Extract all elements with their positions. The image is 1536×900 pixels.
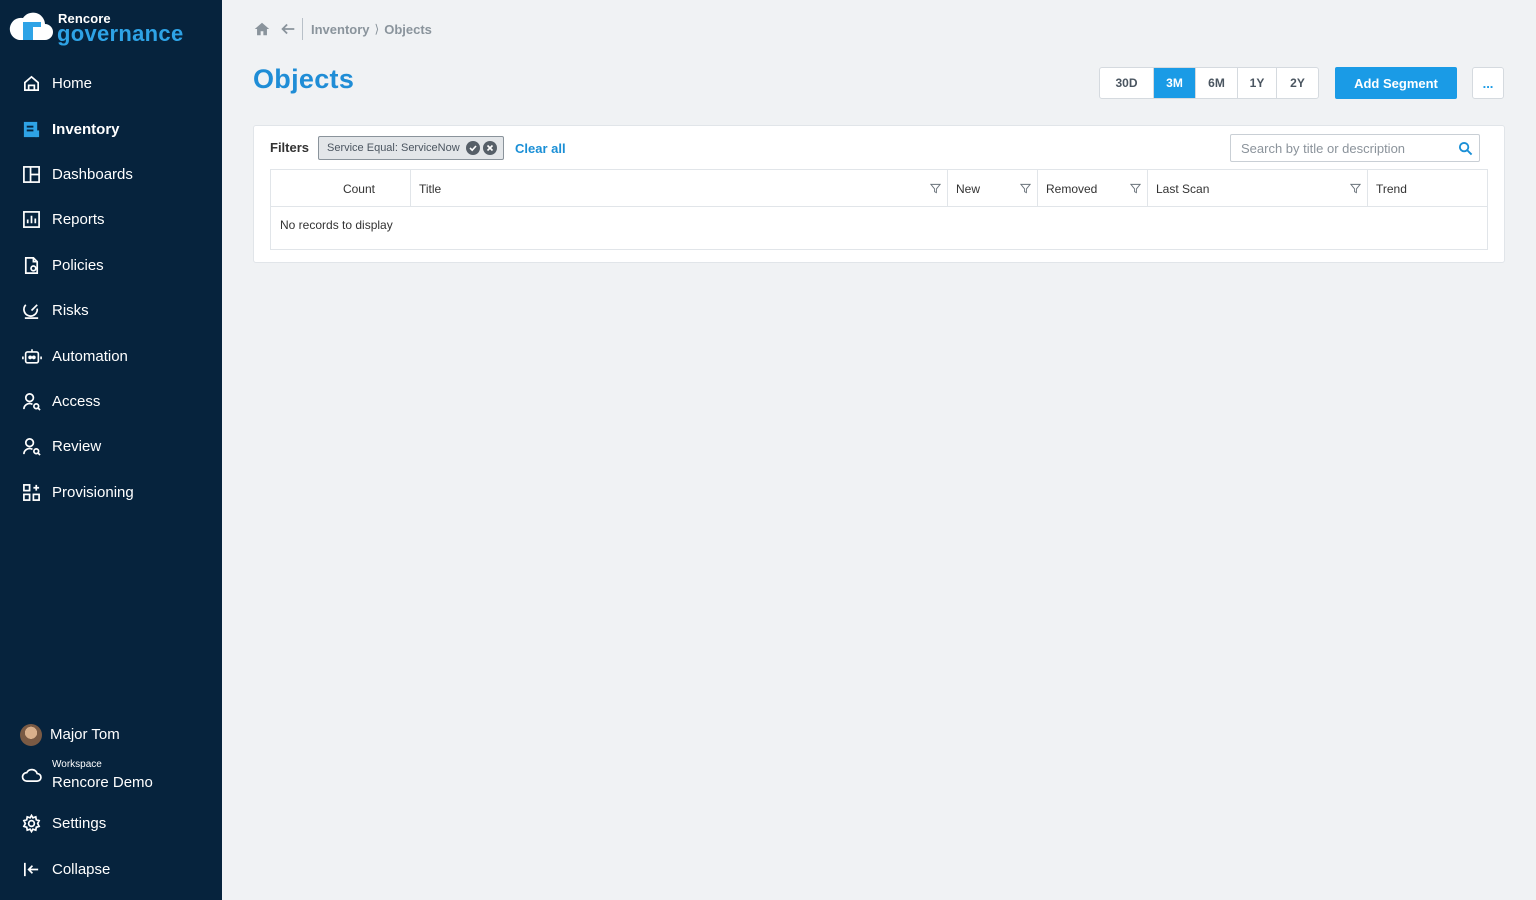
- check-icon[interactable]: [465, 141, 480, 155]
- empty-state-message: No records to display: [280, 218, 393, 232]
- column-header-title[interactable]: Title: [411, 170, 948, 207]
- breadcrumb-divider: [302, 18, 303, 40]
- sidebar-item-label: Risks: [52, 301, 89, 319]
- user-profile[interactable]: Major Tom: [0, 719, 222, 751]
- close-icon[interactable]: [482, 141, 497, 155]
- reports-icon: [21, 209, 42, 230]
- robot-icon: [21, 346, 42, 367]
- clear-all-link[interactable]: Clear all: [515, 141, 566, 156]
- risks-icon: [21, 300, 42, 321]
- add-segment-button[interactable]: Add Segment: [1335, 67, 1457, 99]
- column-header-new[interactable]: New: [948, 170, 1038, 207]
- breadcrumb-current: Objects: [384, 21, 432, 37]
- grid-header: Count Title New Removed Last Scan Trend: [271, 170, 1487, 207]
- sidebar: Rencore governance Home Inventory Dashbo…: [0, 0, 222, 900]
- sidebar-item-home[interactable]: Home: [0, 63, 222, 103]
- dashboard-icon: [21, 164, 42, 185]
- column-label: Count: [342, 181, 375, 196]
- sidebar-item-label: Automation: [52, 347, 128, 365]
- range-2y-button[interactable]: 2Y: [1277, 68, 1318, 98]
- column-label: Title: [419, 181, 442, 196]
- sidebar-item-label: Home: [52, 74, 93, 92]
- home-icon[interactable]: [253, 20, 271, 38]
- sidebar-item-label: Provisioning: [52, 483, 134, 501]
- sidebar-item-access[interactable]: Access: [0, 381, 222, 421]
- sidebar-item-risks[interactable]: Risks: [0, 290, 222, 330]
- sidebar-item-reports[interactable]: Reports: [0, 199, 222, 239]
- page-title: Objects: [253, 64, 355, 94]
- breadcrumb-inventory-link[interactable]: Inventory: [311, 22, 370, 37]
- sidebar-item-label: Review: [52, 437, 102, 455]
- range-30d-button[interactable]: 30D: [1100, 68, 1154, 98]
- breadcrumb: Inventory ⟩ Objects: [253, 18, 432, 40]
- filter-chip[interactable]: Service Equal: ServiceNow: [318, 136, 504, 160]
- user-review-icon: [21, 436, 42, 457]
- home-icon: [21, 73, 42, 94]
- objects-grid: Count Title New Removed Last Scan Trend: [270, 169, 1488, 250]
- sidebar-item-label: Reports: [52, 210, 105, 228]
- column-label: Trend: [1376, 181, 1407, 196]
- sidebar-item-label: Access: [52, 392, 101, 410]
- sidebar-item-provisioning[interactable]: Provisioning: [0, 472, 222, 512]
- search-icon[interactable]: [1458, 141, 1473, 156]
- back-arrow-icon[interactable]: [279, 20, 297, 38]
- policies-icon: [21, 255, 42, 276]
- sidebar-collapse[interactable]: Collapse: [0, 849, 222, 889]
- filters-label: Filters: [270, 140, 310, 155]
- more-options-button[interactable]: ...: [1472, 67, 1504, 99]
- provisioning-icon: [21, 482, 42, 503]
- search-box: [1230, 134, 1480, 162]
- filter-icon[interactable]: [1349, 183, 1362, 194]
- sidebar-item-label: Dashboards: [52, 165, 133, 183]
- objects-panel: Filters Service Equal: ServiceNow Clear …: [253, 125, 1505, 263]
- column-label: New: [956, 181, 981, 196]
- brand-name-main: governance: [57, 21, 184, 46]
- column-header-last-scan[interactable]: Last Scan: [1148, 170, 1368, 207]
- column-label: Last Scan: [1156, 181, 1210, 196]
- search-input[interactable]: [1231, 135, 1451, 161]
- sidebar-item-dashboards[interactable]: Dashboards: [0, 154, 222, 194]
- user-search-icon: [21, 391, 42, 412]
- sidebar-item-label: Collapse: [52, 860, 111, 878]
- filter-icon[interactable]: [929, 183, 942, 194]
- filter-icon[interactable]: [1129, 183, 1142, 194]
- workspace-name: Rencore Demo: [52, 774, 153, 791]
- workspace-caption: Workspace: [52, 759, 102, 770]
- avatar: [20, 724, 42, 746]
- column-header-removed[interactable]: Removed: [1038, 170, 1148, 207]
- sidebar-item-policies[interactable]: Policies: [0, 245, 222, 285]
- column-header-trend[interactable]: Trend: [1368, 170, 1487, 207]
- time-range-selector: 30D 3M 6M 1Y 2Y: [1099, 67, 1319, 99]
- filter-icon[interactable]: [1019, 183, 1032, 194]
- range-6m-button[interactable]: 6M: [1196, 68, 1238, 98]
- cloud-icon: [21, 766, 42, 788]
- workspace-switcher[interactable]: Workspace Rencore Demo: [0, 758, 222, 798]
- column-header-count[interactable]: Count: [271, 170, 411, 207]
- range-3m-button[interactable]: 3M: [1154, 68, 1196, 98]
- range-1y-button[interactable]: 1Y: [1238, 68, 1277, 98]
- filter-chip-label: Service Equal: ServiceNow: [327, 142, 460, 154]
- sidebar-item-inventory[interactable]: Inventory: [0, 109, 222, 149]
- sidebar-item-label: Settings: [52, 814, 107, 832]
- inventory-icon: [21, 119, 42, 140]
- user-name: Major Tom: [50, 726, 120, 743]
- collapse-icon: [21, 859, 42, 880]
- breadcrumb-separator: ⟩: [374, 22, 380, 36]
- column-label: Removed: [1046, 181, 1098, 196]
- sidebar-item-label: Inventory: [52, 120, 120, 138]
- cloud-logo-icon: [9, 12, 53, 40]
- sidebar-item-label: Policies: [52, 256, 104, 274]
- sidebar-item-automation[interactable]: Automation: [0, 336, 222, 376]
- sidebar-item-settings[interactable]: Settings: [0, 803, 222, 843]
- logo[interactable]: Rencore governance: [9, 6, 209, 46]
- gear-icon: [21, 813, 42, 834]
- sidebar-item-review[interactable]: Review: [0, 426, 222, 466]
